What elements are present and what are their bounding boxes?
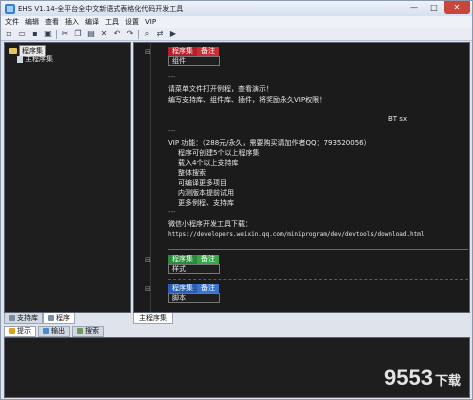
block-header: 程序集 备注 [168, 47, 220, 56]
code-line[interactable]: 请菜单文件打开例程，查看演示！ [168, 84, 273, 94]
code-line[interactable]: 程序可创建5个以上程序集 [178, 148, 259, 158]
block-body[interactable]: 脚本 [168, 293, 220, 303]
copy-icon[interactable]: ❐ [73, 29, 83, 39]
table-block-components[interactable]: 程序集 备注 组件 [168, 47, 220, 66]
tab-search[interactable]: 搜索 [72, 325, 104, 337]
block-header: 程序集 备注 [168, 284, 220, 293]
left-panel-tabs: 支持库 程序 [4, 313, 131, 324]
replace-icon[interactable]: ⇄ [155, 29, 165, 39]
app-window: EHS V1.14-全平台全中文新语式表格化代码开发工具 — □ ✕ 文件 编辑… [0, 0, 473, 400]
menu-file[interactable]: 文件 [5, 17, 19, 27]
run-icon[interactable]: ▶ [168, 29, 178, 39]
table-block-script[interactable]: 程序集 备注 脚本 [168, 284, 220, 303]
undo-icon[interactable]: ↶ [112, 29, 122, 39]
toolbar: ▫ ▭ ▪ ▣ ✂ ❐ ▤ ✕ ↶ ↷ ⌕ ⇄ ▶ [1, 28, 472, 41]
block-header-cell: 备注 [197, 47, 219, 56]
window-title: EHS V1.14-全平台全中文新语式表格化代码开发工具 [18, 4, 184, 13]
minimize-button[interactable]: — [404, 1, 424, 14]
project-tree-panel: 程序集 主程序集 [4, 42, 131, 313]
tab-support-library[interactable]: 支持库 [4, 313, 43, 324]
table-block-styles[interactable]: 程序集 备注 样式 [168, 255, 220, 274]
document-icon [17, 55, 23, 63]
output-panel[interactable]: 9553 下载 [4, 337, 470, 398]
code-line[interactable]: 可编译更多项目 [178, 178, 227, 188]
toolbar-separator [138, 29, 139, 39]
menu-tools[interactable]: 工具 [105, 17, 119, 27]
block-header-cell: 程序集 [168, 255, 197, 264]
save-icon[interactable]: ▪ [30, 29, 40, 39]
output-icon [43, 328, 49, 334]
code-line[interactable]: BT sx [388, 115, 407, 123]
tab-main-assembly[interactable]: 主程序集 [133, 313, 173, 324]
block-body[interactable]: 样式 [168, 264, 220, 274]
block-body[interactable]: 组件 [168, 56, 220, 66]
site-watermark: 9553 下载 [384, 365, 461, 391]
block-header-cell: 备注 [197, 284, 219, 293]
watermark-main: 9553 [384, 365, 433, 390]
gutter-divider [150, 43, 151, 312]
window-controls: — □ ✕ [404, 1, 470, 14]
redo-icon[interactable]: ↷ [125, 29, 135, 39]
open-folder-icon[interactable]: ▭ [17, 29, 27, 39]
code-line[interactable]: https://developers.weixin.qq.com/minipro… [168, 231, 424, 238]
code-line[interactable]: 内测版本提前试用 [178, 188, 234, 198]
tab-label: 搜索 [85, 326, 99, 335]
tree-item-label: 主程序集 [25, 55, 53, 63]
menu-edit[interactable]: 编辑 [25, 17, 39, 27]
tab-label: 支持库 [17, 313, 38, 322]
delete-icon[interactable]: ✕ [99, 29, 109, 39]
code-line[interactable]: 整体搜索 [178, 168, 206, 178]
find-icon[interactable]: ⌕ [142, 29, 152, 39]
tab-label: 提示 [17, 326, 31, 335]
block-header-cell: 程序集 [168, 284, 197, 293]
code-line[interactable]: --- [168, 73, 176, 81]
maximize-button[interactable]: □ [424, 1, 444, 14]
code-line[interactable]: --- [168, 208, 176, 216]
tab-hints[interactable]: 提示 [4, 325, 36, 337]
code-line[interactable]: 更多例程、支持库 [178, 198, 234, 208]
paste-icon[interactable]: ▤ [86, 29, 96, 39]
block-header-cell: 程序集 [168, 47, 197, 56]
save-all-icon[interactable]: ▣ [43, 29, 53, 39]
menu-bar: 文件 编辑 查看 插入 编译 工具 设置 VIP [1, 16, 472, 28]
program-icon [48, 315, 54, 321]
menu-compile[interactable]: 编译 [85, 17, 99, 27]
lightbulb-icon [9, 328, 15, 334]
app-logo-icon [5, 3, 15, 14]
tab-label: 输出 [51, 326, 65, 335]
menu-vip[interactable]: VIP [145, 18, 156, 26]
watermark-sub: 下载 [434, 373, 461, 388]
tab-label: 程序 [56, 313, 70, 322]
fold-toggle-icon[interactable]: ⊟ [145, 48, 151, 56]
library-icon [9, 315, 15, 321]
cut-icon[interactable]: ✂ [60, 29, 70, 39]
code-line[interactable]: VIP 功能：（288元/永久，需要购买请加作者QQ：793520056） [168, 138, 371, 148]
code-editor[interactable]: ⊟ 程序集 备注 组件 --- 请菜单文件打开例程，查看演示！ 编写支持库、组件… [133, 42, 470, 313]
block-header: 程序集 备注 [168, 255, 220, 264]
toolbar-separator [56, 29, 57, 39]
section-divider [168, 249, 468, 250]
menu-view[interactable]: 查看 [45, 17, 59, 27]
menu-settings[interactable]: 设置 [125, 17, 139, 27]
editor-tabs: 主程序集 [133, 313, 470, 324]
fold-toggle-icon[interactable]: ⊟ [145, 285, 151, 293]
code-line[interactable]: 载入4个以上支持库 [178, 158, 238, 168]
code-line[interactable]: 微信小程序开发工具下载： [168, 219, 252, 229]
new-file-icon[interactable]: ▫ [4, 29, 14, 39]
tab-program[interactable]: 程序 [43, 313, 75, 324]
section-divider [168, 279, 468, 280]
folder-icon [9, 48, 17, 54]
tree-item-main[interactable]: 主程序集 [17, 54, 53, 64]
tab-output[interactable]: 输出 [38, 325, 70, 337]
output-panel-tabs: 提示 输出 搜索 [4, 325, 470, 337]
code-line[interactable]: 编写支持库、组件库、插件，将奖励永久VIP权限！ [168, 95, 326, 105]
title-bar[interactable]: EHS V1.14-全平台全中文新语式表格化代码开发工具 — □ ✕ [1, 1, 472, 16]
code-line[interactable]: --- [168, 127, 176, 135]
menu-insert[interactable]: 插入 [65, 17, 79, 27]
close-button[interactable]: ✕ [444, 1, 470, 14]
fold-toggle-icon[interactable]: ⊟ [145, 256, 151, 264]
search-icon [77, 328, 83, 334]
block-header-cell: 备注 [197, 255, 219, 264]
